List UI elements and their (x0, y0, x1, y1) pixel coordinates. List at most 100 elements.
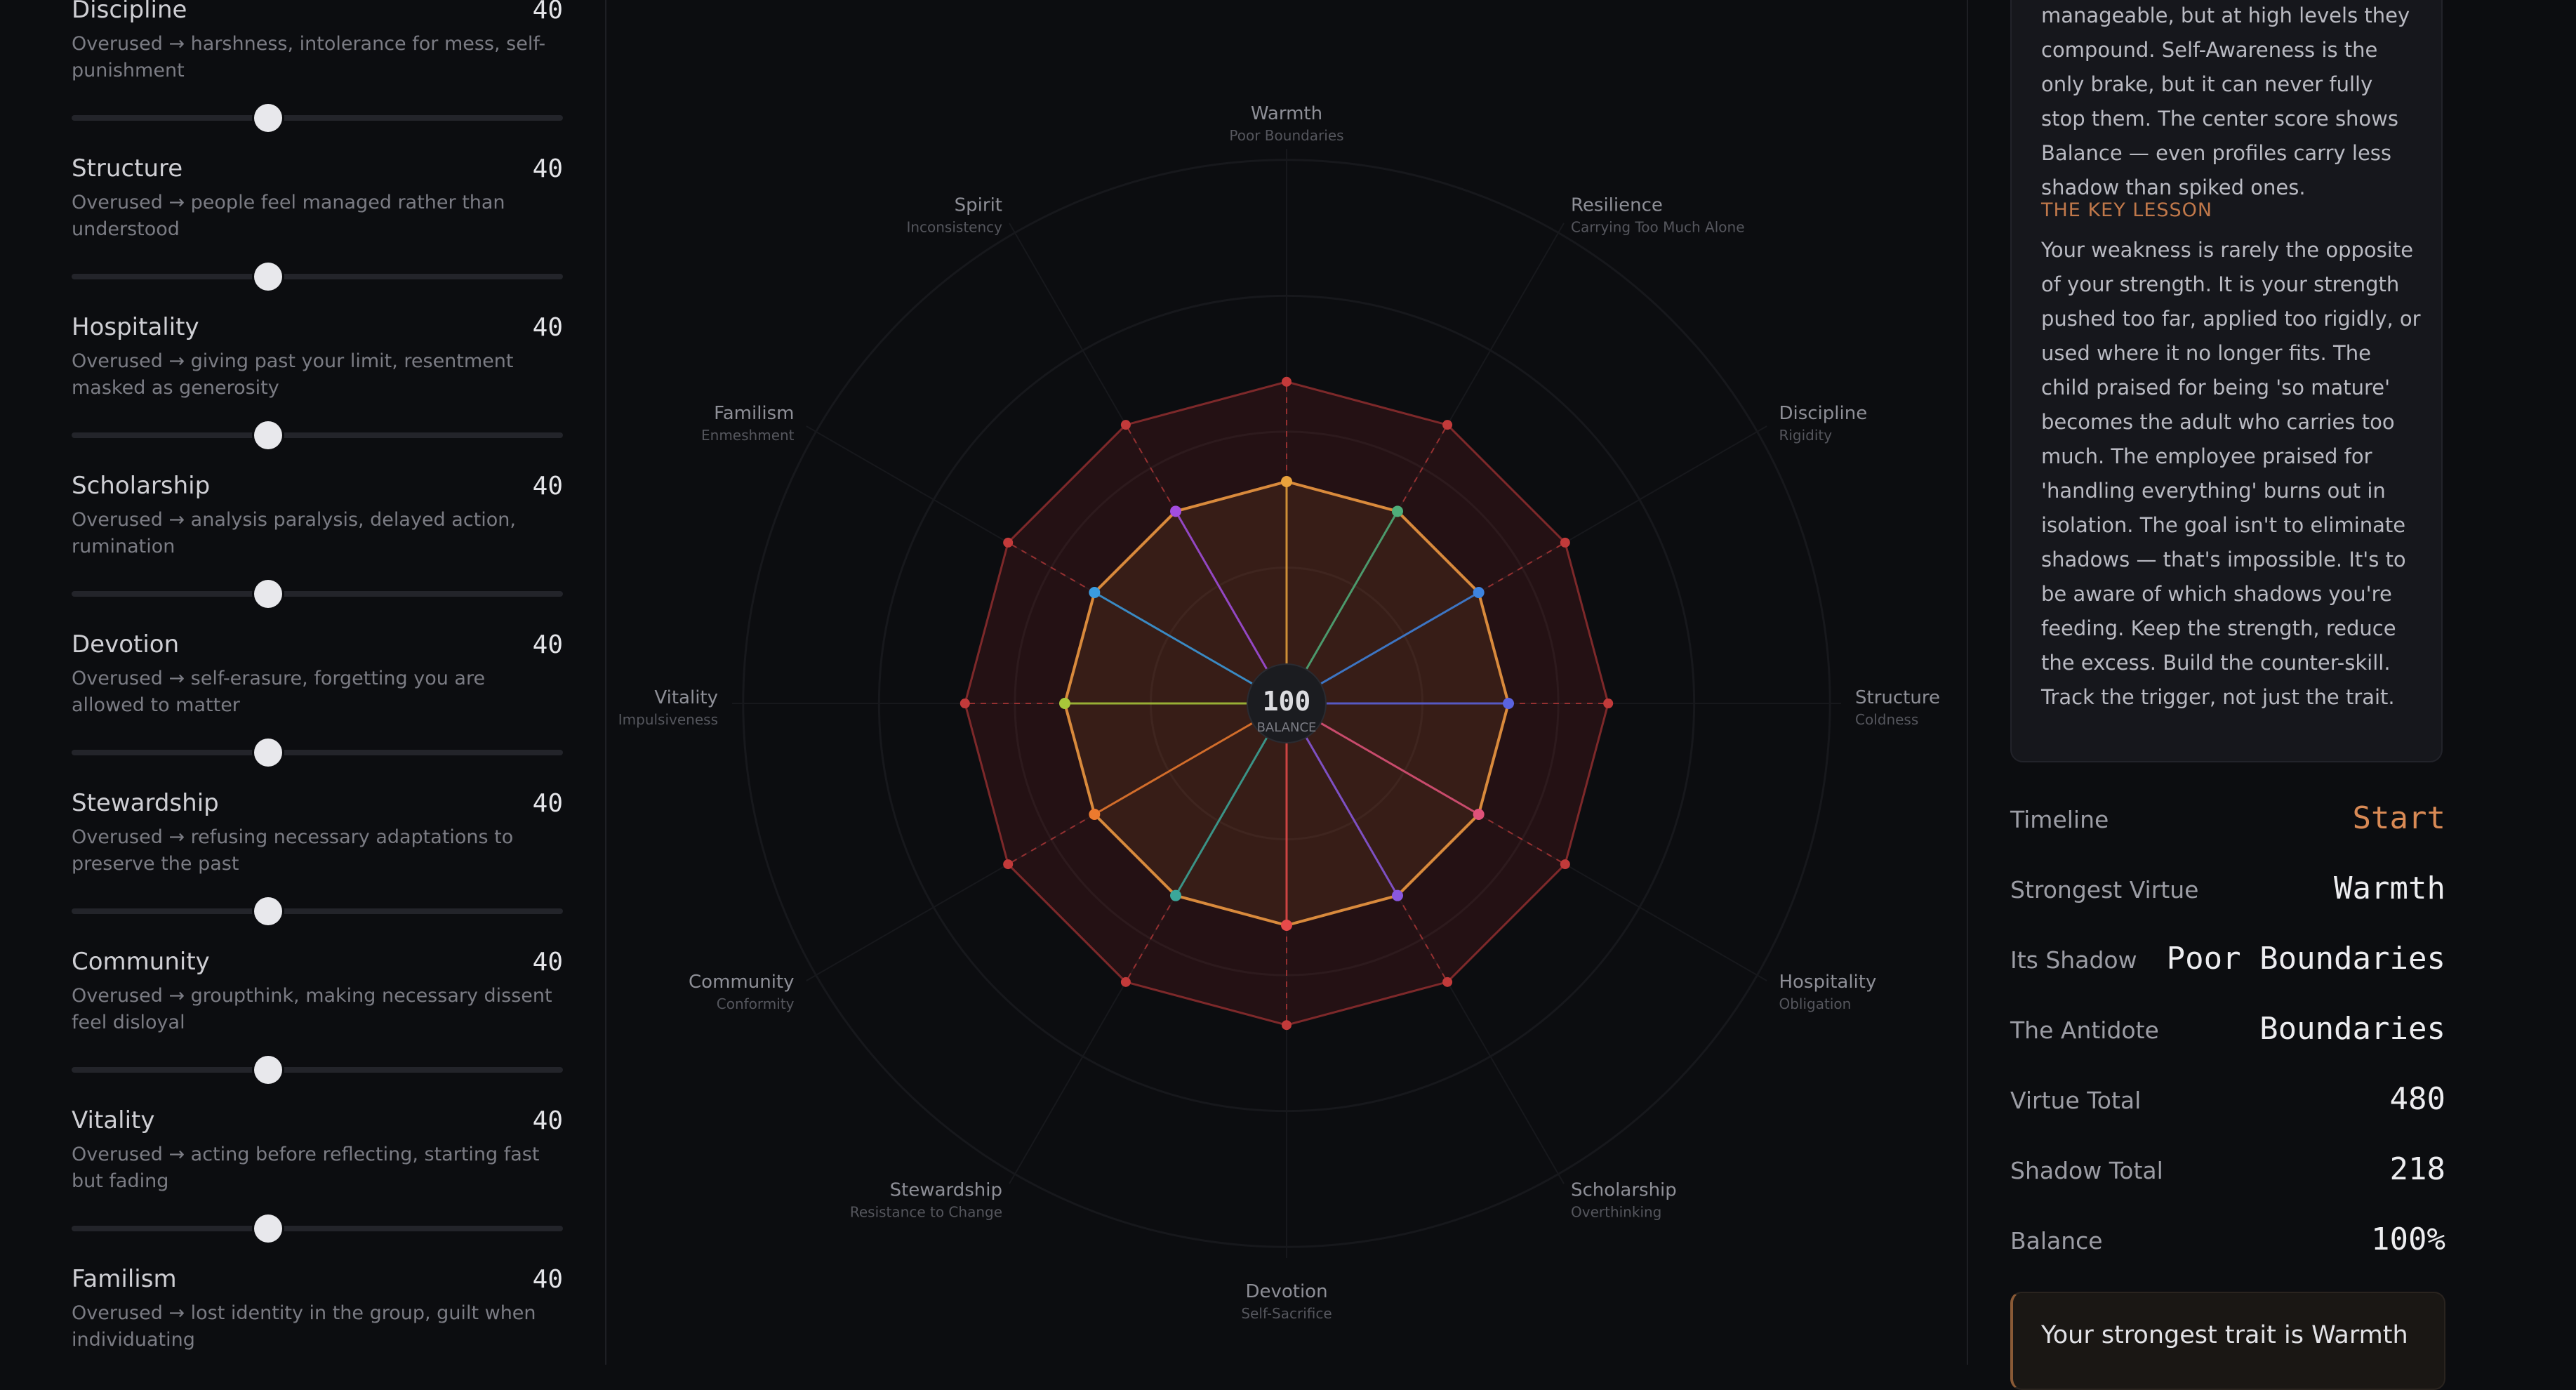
axis-shadow-label-resilience: Carrying Too Much Alone (1571, 219, 1745, 236)
balance-score: 100 (1263, 686, 1311, 717)
shadow-point-devotion (1282, 1020, 1292, 1031)
axis-label-community: Community (689, 972, 794, 993)
trait-value: 40 (532, 789, 563, 818)
balance-label: BALANCE (1257, 720, 1317, 735)
axis-label-vitality: Vitality (654, 687, 718, 708)
axis-shadow-label-vitality: Impulsiveness (618, 711, 718, 728)
stat-value: Boundaries (2259, 1011, 2445, 1047)
axis-shadow-label-community: Conformity (717, 995, 795, 1012)
trait-description: Overused → analysis paralysis, delayed a… (72, 509, 516, 557)
shadow-point-structure (1603, 699, 1614, 708)
stat-label: Shadow Total (2010, 1157, 2163, 1184)
stat-label: Virtue Total (2010, 1087, 2142, 1114)
virtue-point-stewardship (1170, 889, 1181, 901)
virtue-point-hospitality (1473, 809, 1485, 820)
stat-label: Balance (2010, 1227, 2103, 1255)
shadow-point-community (1003, 859, 1014, 870)
axis-shadow-label-structure: Coldness (1855, 711, 1918, 728)
key-lesson-heading: THE KEY LESSON (2041, 199, 2213, 221)
trait-slider-track[interactable] (72, 750, 563, 755)
trait-name: Familism (72, 1265, 177, 1293)
trait-slider-thumb[interactable] (254, 739, 282, 767)
shadow-point-vitality (960, 699, 970, 708)
virtue-point-scholarship (1392, 889, 1403, 901)
stat-value: 218 (2389, 1151, 2445, 1187)
axis-shadow-label-discipline: Rigidity (1779, 427, 1832, 444)
axis-shadow-label-devotion: Self-Sacrifice (1241, 1305, 1332, 1322)
stat-label: Timeline (2010, 806, 2109, 833)
stat-value: Poor Boundaries (2166, 941, 2445, 977)
trait-slider-thumb[interactable] (254, 104, 282, 132)
axis-shadow-label-hospitality: Obligation (1779, 995, 1851, 1012)
trait-slider-track[interactable] (72, 432, 563, 438)
shadow-point-discipline (1560, 537, 1570, 548)
trait-value: 40 (532, 630, 563, 659)
virtue-point-spirit (1170, 505, 1181, 517)
trait-slider-thumb[interactable] (254, 897, 282, 925)
trait-slider-track[interactable] (72, 1067, 563, 1073)
summary-text: Your strongest trait is Warmth (2041, 1321, 2408, 1349)
axis-label-warmth: Warmth (1251, 103, 1322, 124)
trait-slider-thumb[interactable] (254, 1056, 282, 1084)
axis-label-devotion: Devotion (1245, 1281, 1327, 1302)
trait-slider-track[interactable] (72, 591, 563, 597)
axis-label-structure: Structure (1855, 687, 1940, 708)
stat-antidote: The Antidote Boundaries (2010, 1008, 2445, 1050)
trait-value: 40 (532, 154, 563, 183)
trait-description: Overused → acting before reflecting, sta… (72, 1144, 540, 1192)
trait-slider-thumb[interactable] (254, 421, 282, 449)
shadow-point-hospitality (1560, 859, 1570, 870)
trait-name: Community (72, 948, 210, 976)
trait-description: Overused → refusing necessary adaptation… (72, 826, 514, 875)
virtue-point-structure (1503, 698, 1514, 709)
trait-value: 40 (532, 313, 563, 342)
axis-label-discipline: Discipline (1779, 403, 1867, 424)
axis-shadow-label-warmth: Poor Boundaries (1229, 127, 1343, 144)
trait-value: 40 (532, 0, 563, 25)
axis-label-stewardship: Stewardship (890, 1179, 1002, 1200)
trait-slider-track[interactable] (72, 1226, 563, 1231)
trait-slider-thumb[interactable] (254, 580, 282, 608)
radar-chart: 100 BALANCE Warmth Poor Boundaries Resilienc… (618, 103, 1940, 1322)
trait-value: 40 (532, 948, 563, 977)
axis-shadow-label-stewardship: Resistance to Change (850, 1203, 1002, 1220)
trait-name: Devotion (72, 630, 180, 658)
stat-timeline: Timeline Start (2010, 797, 2445, 840)
key-lesson-paragraph: Your weakness is rarely the opposite of … (2041, 238, 2421, 709)
trait-name: Scholarship (72, 472, 211, 500)
trait-value: 40 (532, 472, 563, 501)
trait-name: Discipline (72, 0, 187, 24)
axis-label-resilience: Resilience (1571, 195, 1663, 216)
trait-slider-track[interactable] (72, 274, 563, 279)
trait-slider-thumb[interactable] (254, 263, 282, 291)
stat-value: Start (2352, 800, 2445, 836)
axis-label-familism: Familism (714, 403, 794, 424)
shadow-point-scholarship (1442, 977, 1453, 987)
trait-slider-track[interactable] (72, 115, 563, 121)
stat-balance: Balance 100% (2010, 1219, 2445, 1261)
trait-slider-thumb[interactable] (254, 1214, 282, 1243)
trait-value: 40 (532, 1106, 563, 1135)
virtue-point-community (1089, 809, 1101, 820)
trait-slider-track[interactable] (72, 908, 563, 914)
virtue-point-warmth (1281, 476, 1292, 487)
trait-name: Stewardship (72, 789, 219, 817)
explanation-card: manageable, but at high levels they comp… (2010, 0, 2443, 762)
virtue-point-familism (1089, 587, 1101, 598)
trait-value: 40 (532, 1265, 563, 1294)
virtue-point-resilience (1392, 505, 1403, 517)
trait-name: Hospitality (72, 313, 199, 341)
shadow-point-warmth (1282, 376, 1292, 387)
stat-value: 100% (2371, 1222, 2445, 1257)
shadow-point-familism (1003, 537, 1014, 548)
trait-name: Structure (72, 154, 183, 183)
virtue-point-vitality (1059, 698, 1070, 709)
trait-description: Overused → lost identity in the group, g… (72, 1302, 536, 1351)
virtue-point-devotion (1281, 920, 1292, 931)
stat-its-shadow: Its Shadow Poor Boundaries (2010, 938, 2445, 980)
axis-shadow-label-spirit: Inconsistency (906, 219, 1002, 236)
stat-strongest-virtue: Strongest Virtue Warmth (2010, 868, 2445, 910)
stat-label: Strongest Virtue (2010, 876, 2199, 904)
trait-description: Overused → self-erasure, forgetting you … (72, 668, 486, 716)
summary-callout: Your strongest trait is Warmth (2010, 1292, 2445, 1390)
